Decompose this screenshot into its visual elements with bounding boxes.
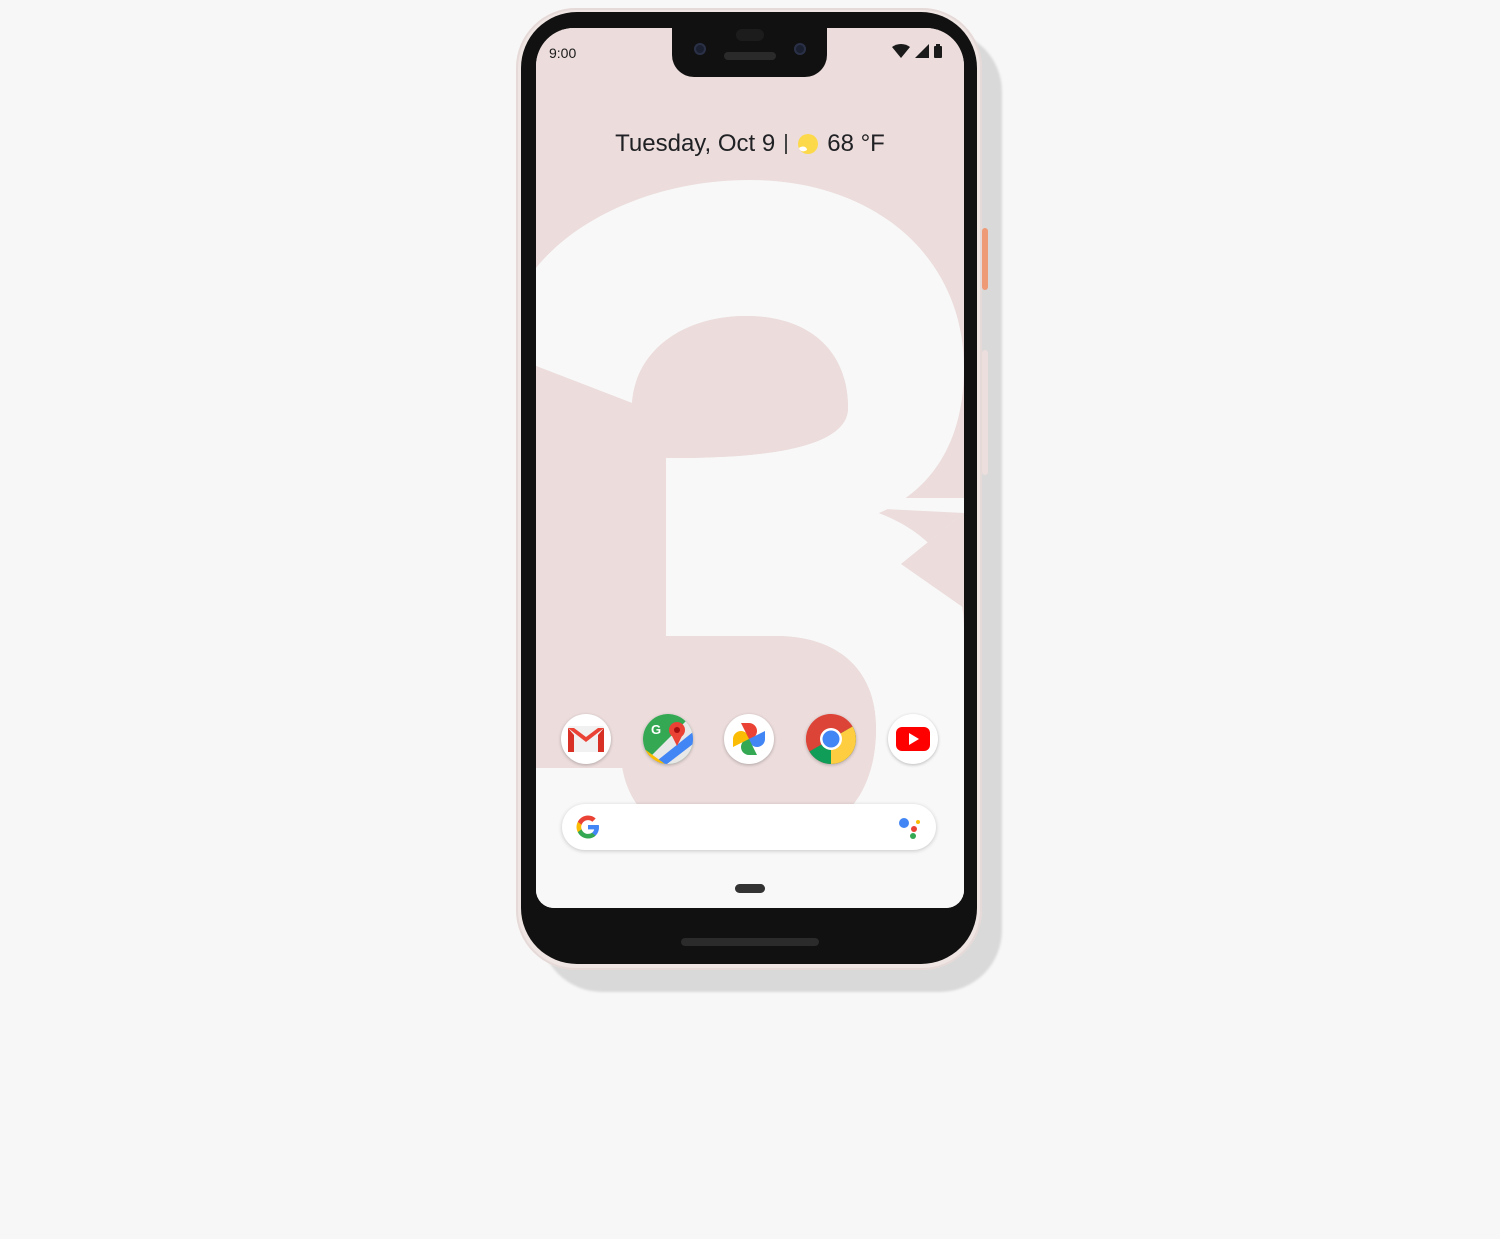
- gmail-icon[interactable]: [561, 714, 611, 764]
- assistant-icon[interactable]: [898, 817, 922, 839]
- cell-signal-icon: [915, 44, 929, 58]
- home-screen: [536, 28, 964, 908]
- front-camera-left: [694, 43, 706, 55]
- earpiece-speaker: [724, 52, 776, 60]
- at-a-glance-widget[interactable]: Tuesday, Oct 9 68 °F: [536, 130, 964, 158]
- bottom-speaker: [681, 938, 819, 946]
- status-icons: [892, 44, 942, 58]
- power-button: [982, 228, 988, 290]
- youtube-icon[interactable]: [888, 714, 938, 764]
- earpiece-sensor: [736, 29, 764, 41]
- chrome-icon[interactable]: [806, 714, 856, 764]
- status-time: 9:00: [549, 45, 577, 61]
- volume-button: [982, 350, 988, 475]
- maps-icon[interactable]: G: [643, 714, 693, 764]
- glance-temperature[interactable]: 68 °F: [827, 130, 885, 158]
- home-button-pill[interactable]: [735, 884, 765, 893]
- front-camera-right: [794, 43, 806, 55]
- photos-icon[interactable]: [724, 714, 774, 764]
- google-search-bar[interactable]: [562, 804, 936, 850]
- sun-icon: [798, 134, 819, 154]
- google-g-icon[interactable]: [576, 815, 600, 839]
- glance-date[interactable]: Tuesday, Oct 9: [615, 130, 775, 158]
- wallpaper-numeral-three: [536, 28, 964, 908]
- battery-icon: [934, 44, 942, 58]
- wifi-icon: [892, 44, 910, 58]
- product-image: 9:00 Tuesday, Oct 9 68 °F G: [0, 0, 1500, 1239]
- glance-separator: [785, 134, 788, 154]
- svg-text:G: G: [651, 722, 661, 737]
